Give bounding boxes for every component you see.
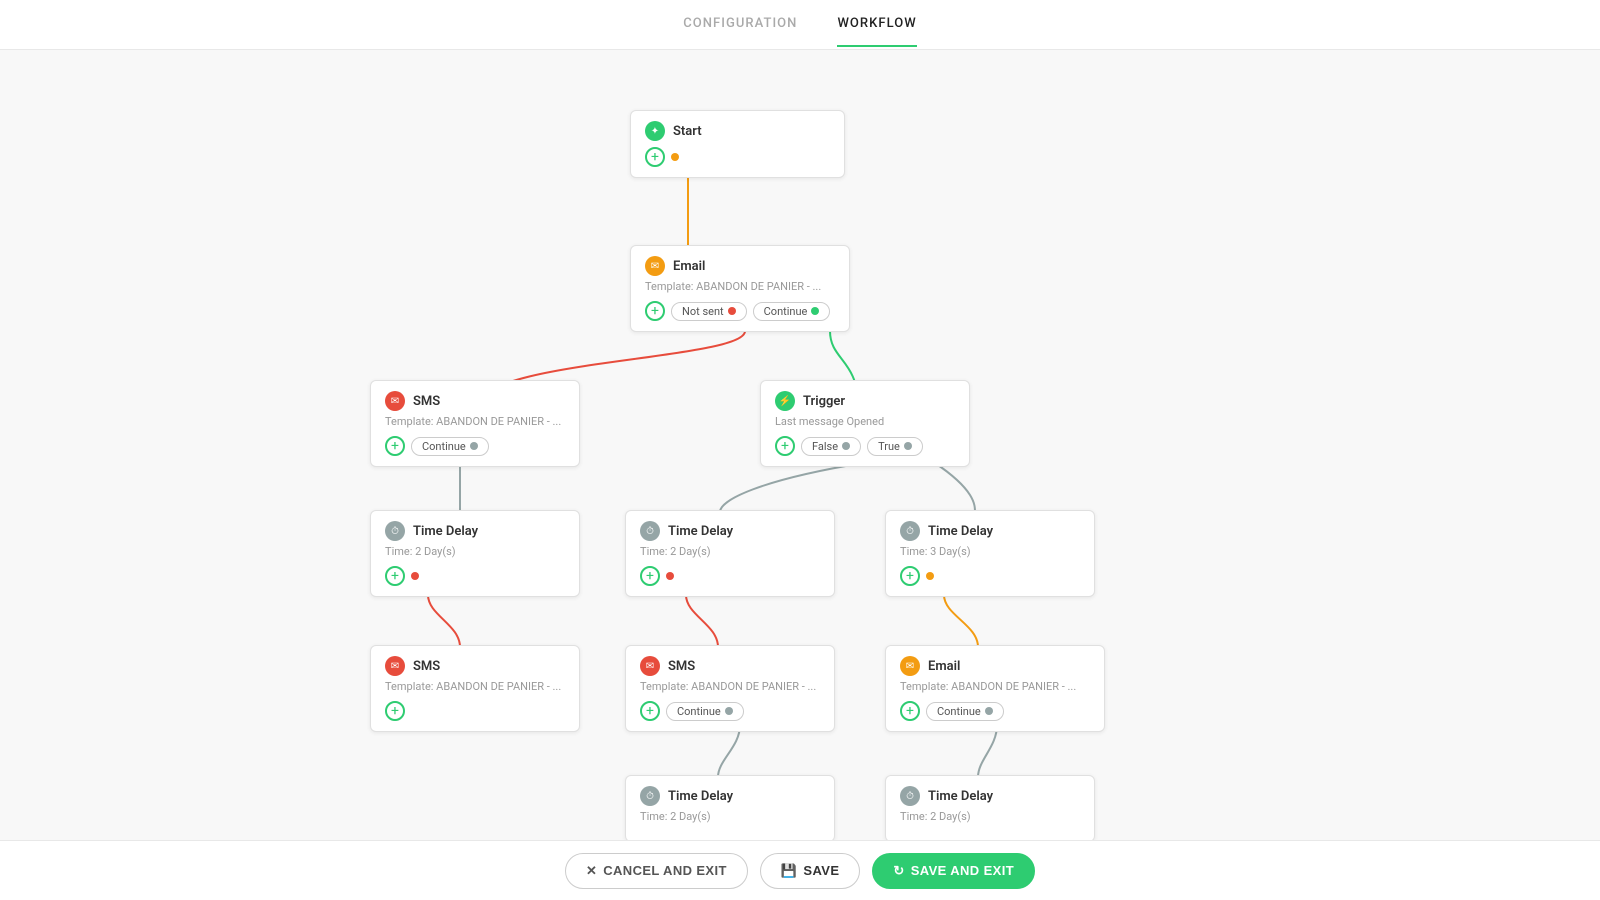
sms1-node: ✉ SMS Template: ABANDON DE PANIER - ... … [370, 380, 580, 467]
save-button[interactable]: 💾 SAVE [760, 853, 861, 889]
timedelay3-title: Time Delay [928, 524, 993, 539]
sms2-add-btn[interactable]: + [385, 701, 405, 721]
sms2-title: SMS [413, 659, 440, 674]
save-exit-button[interactable]: ↻ SAVE AND EXIT [872, 853, 1035, 889]
email1-add-btn[interactable]: + [645, 301, 665, 321]
timedelay1-icon: ⏱ [385, 521, 405, 541]
start-node: ✦ Start + [630, 110, 845, 178]
sms2-subtitle: Template: ABANDON DE PANIER - ... [385, 680, 565, 693]
timedelay2-dot [666, 572, 674, 580]
save-icon: 💾 [781, 863, 798, 879]
cancel-icon: ✕ [586, 863, 597, 879]
trigger-add-btn[interactable]: + [775, 436, 795, 456]
trigger-title: Trigger [803, 394, 845, 409]
timedelay2-icon: ⏱ [640, 521, 660, 541]
trigger-icon: ⚡ [775, 391, 795, 411]
sms3-add-btn[interactable]: + [640, 701, 660, 721]
timedelay2-node: ⏱ Time Delay Time: 2 Day(s) + [625, 510, 835, 597]
tab-workflow[interactable]: WORKFLOW [837, 2, 916, 47]
sms2-node: ✉ SMS Template: ABANDON DE PANIER - ... … [370, 645, 580, 732]
start-title: Start [673, 124, 702, 139]
email2-add-btn[interactable]: + [900, 701, 920, 721]
email2-subtitle: Template: ABANDON DE PANIER - ... [900, 680, 1090, 693]
timedelay3-add-btn[interactable]: + [900, 566, 920, 586]
timedelay1-add-btn[interactable]: + [385, 566, 405, 586]
sms2-icon: ✉ [385, 656, 405, 676]
timedelay1-node: ⏱ Time Delay Time: 2 Day(s) + [370, 510, 580, 597]
start-icon: ✦ [645, 121, 665, 141]
email1-node: ✉ Email Template: ABANDON DE PANIER - ..… [630, 245, 850, 332]
timedelay4-node: ⏱ Time Delay Time: 2 Day(s) [625, 775, 835, 840]
sms1-icon: ✉ [385, 391, 405, 411]
save-label: SAVE [803, 863, 839, 878]
start-add-btn[interactable]: + [645, 147, 665, 167]
timedelay2-add-btn[interactable]: + [640, 566, 660, 586]
timedelay3-node: ⏱ Time Delay Time: 3 Day(s) + [885, 510, 1095, 597]
cancel-exit-button[interactable]: ✕ CANCEL AND EXIT [565, 853, 748, 889]
email2-node: ✉ Email Template: ABANDON DE PANIER - ..… [885, 645, 1105, 732]
trigger-subtitle: Last message Opened [775, 415, 955, 428]
email1-icon: ✉ [645, 256, 665, 276]
timedelay5-title: Time Delay [928, 789, 993, 804]
sms3-subtitle: Template: ABANDON DE PANIER - ... [640, 680, 820, 693]
save-exit-label: SAVE AND EXIT [911, 863, 1014, 878]
header: CONFIGURATION WORKFLOW [0, 0, 1600, 50]
trigger-true-tag: True [867, 437, 923, 456]
timedelay3-subtitle: Time: 3 Day(s) [900, 545, 1080, 558]
email2-continue-tag: Continue [926, 702, 1004, 721]
sms1-title: SMS [413, 394, 440, 409]
sms1-add-btn[interactable]: + [385, 436, 405, 456]
email1-title: Email [673, 259, 705, 274]
timedelay4-title: Time Delay [668, 789, 733, 804]
sms1-subtitle: Template: ABANDON DE PANIER - ... [385, 415, 565, 428]
timedelay1-title: Time Delay [413, 524, 478, 539]
timedelay5-icon: ⏱ [900, 786, 920, 806]
timedelay4-icon: ⏱ [640, 786, 660, 806]
timedelay5-subtitle: Time: 2 Day(s) [900, 810, 1080, 823]
timedelay5-node: ⏱ Time Delay Time: 2 Day(s) [885, 775, 1095, 840]
timedelay2-subtitle: Time: 2 Day(s) [640, 545, 820, 558]
sms3-continue-tag: Continue [666, 702, 744, 721]
email1-continue-tag: Continue [753, 302, 831, 321]
email2-icon: ✉ [900, 656, 920, 676]
email2-title: Email [928, 659, 960, 674]
sms1-continue-tag: Continue [411, 437, 489, 456]
trigger-node: ⚡ Trigger Last message Opened + False Tr… [760, 380, 970, 467]
email1-notsent-tag: Not sent [671, 302, 747, 321]
cancel-label: CANCEL AND EXIT [603, 863, 727, 878]
sms3-icon: ✉ [640, 656, 660, 676]
start-dot [671, 153, 679, 161]
sms3-node: ✉ SMS Template: ABANDON DE PANIER - ... … [625, 645, 835, 732]
timedelay2-title: Time Delay [668, 524, 733, 539]
timedelay4-subtitle: Time: 2 Day(s) [640, 810, 820, 823]
timedelay1-dot [411, 572, 419, 580]
save-exit-icon: ↻ [893, 863, 904, 879]
tab-configuration[interactable]: CONFIGURATION [683, 2, 797, 47]
footer: ✕ CANCEL AND EXIT 💾 SAVE ↻ SAVE AND EXIT [0, 840, 1600, 900]
email1-subtitle: Template: ABANDON DE PANIER - ... [645, 280, 835, 293]
workflow-canvas: ✦ Start + ✉ Email Template: ABANDON DE P… [0, 50, 1600, 840]
timedelay3-dot [926, 572, 934, 580]
timedelay3-icon: ⏱ [900, 521, 920, 541]
sms3-title: SMS [668, 659, 695, 674]
trigger-false-tag: False [801, 437, 861, 456]
timedelay1-subtitle: Time: 2 Day(s) [385, 545, 565, 558]
